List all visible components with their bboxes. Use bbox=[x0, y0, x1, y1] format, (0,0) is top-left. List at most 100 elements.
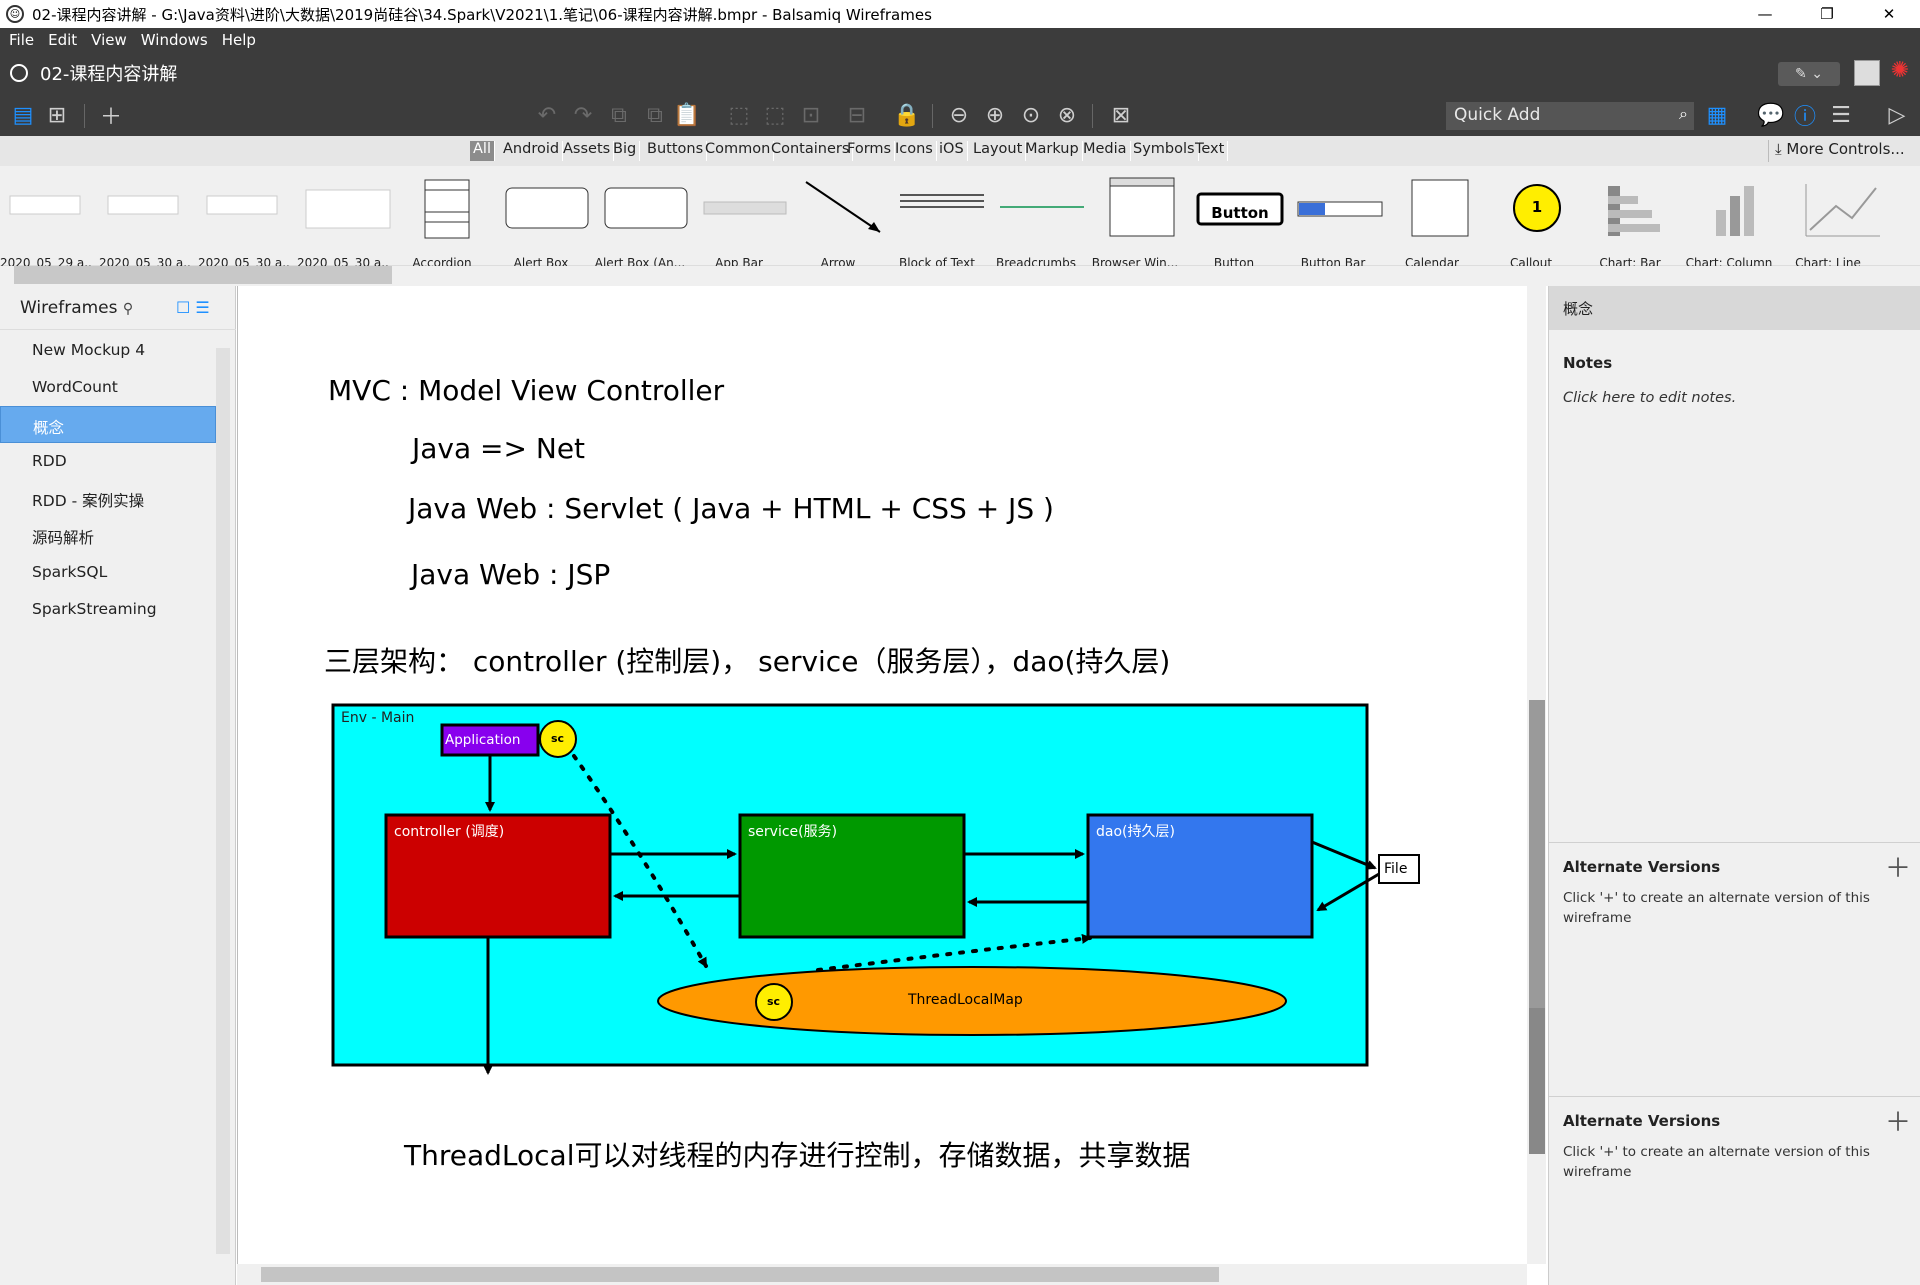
menu-edit[interactable]: Edit bbox=[43, 31, 86, 49]
undo-icon[interactable]: ↶ bbox=[532, 100, 562, 130]
library-tab-common[interactable]: Common bbox=[702, 141, 775, 161]
library-item[interactable]: Breadcrumbs bbox=[990, 178, 1082, 270]
lock-icon[interactable]: 🔒 bbox=[892, 100, 922, 130]
library-item[interactable]: Cl bbox=[1881, 178, 1920, 258]
duplicate-icon[interactable]: ⧉ bbox=[640, 100, 670, 130]
library-tab-layout[interactable]: Layout bbox=[970, 141, 1027, 161]
group-icon[interactable]: ⬚ bbox=[724, 100, 754, 130]
wireframes-scrollbar[interactable] bbox=[216, 348, 230, 1254]
align-icon[interactable]: ⊟ bbox=[842, 100, 872, 130]
menu-windows[interactable]: Windows bbox=[136, 31, 217, 49]
single-view-icon[interactable]: ▤ bbox=[8, 100, 38, 130]
menu-file[interactable]: File bbox=[4, 31, 43, 49]
library-item[interactable]: Alert Box bbox=[495, 178, 587, 270]
library-tab-text[interactable]: Text bbox=[1192, 141, 1229, 161]
library-tab-markup[interactable]: Markup bbox=[1022, 141, 1083, 161]
bug-icon[interactable]: ✺ bbox=[1886, 58, 1914, 88]
canvas-vscroll-thumb-lower[interactable] bbox=[1529, 1008, 1545, 1154]
add-alt-version-button-2[interactable]: ＋ bbox=[1885, 1102, 1911, 1139]
clipboard-icon[interactable]: 📋 bbox=[672, 100, 702, 130]
minimize-button[interactable]: — bbox=[1734, 0, 1796, 28]
canvas-vertical-scrollbar[interactable] bbox=[1527, 286, 1546, 1264]
wireframe-canvas[interactable]: MVC : Model View Controller Java => Net … bbox=[237, 286, 1527, 1264]
notes-icon[interactable]: ☰ bbox=[1826, 100, 1856, 130]
notes-title: Notes bbox=[1563, 354, 1613, 372]
restore-button[interactable]: ❐ bbox=[1796, 0, 1858, 28]
wireframe-item[interactable]: RDD - 案例实操 bbox=[0, 480, 216, 517]
project-title[interactable]: 02-课程内容讲解 bbox=[40, 60, 177, 86]
library-tab-buttons[interactable]: Buttons bbox=[644, 141, 708, 161]
library-tab-containers[interactable]: Containers bbox=[768, 141, 854, 161]
library-item[interactable]: Button Bar bbox=[1287, 178, 1379, 270]
zoom-fit-icon[interactable]: ⊗ bbox=[1052, 100, 1082, 130]
library-item[interactable]: Chart: Line bbox=[1782, 178, 1874, 270]
view-toggle-icon[interactable]: ☐ ☰ bbox=[176, 298, 210, 317]
library-item[interactable]: Chart: Column bbox=[1683, 178, 1775, 270]
toolbar-divider bbox=[1092, 104, 1093, 128]
library-item[interactable]: 2020_05_29 a... bbox=[0, 178, 92, 270]
zoom-out-icon[interactable]: ⊖ bbox=[944, 100, 974, 130]
library-item[interactable]: Callout bbox=[1485, 178, 1577, 270]
library-item[interactable]: App Bar bbox=[693, 178, 785, 270]
pencil-icon: ✎ ⌄ bbox=[1795, 66, 1823, 82]
wireframe-item[interactable]: 源码解析 bbox=[0, 517, 216, 554]
library-item[interactable]: Arrow bbox=[792, 178, 884, 270]
zoom-in-icon[interactable]: ⊕ bbox=[980, 100, 1010, 130]
bring-front-icon[interactable]: ⊡ bbox=[796, 100, 826, 130]
add-alt-version-button-1[interactable]: ＋ bbox=[1885, 848, 1911, 885]
library-tab-media[interactable]: Media bbox=[1080, 141, 1131, 161]
more-controls-button[interactable]: ⤓ More Controls... bbox=[1768, 140, 1905, 162]
actual-size-icon[interactable]: ⊙ bbox=[1016, 100, 1046, 130]
comments-icon[interactable]: 💬 bbox=[1756, 100, 1786, 130]
library-item[interactable]: 2020_05_30 a... bbox=[99, 178, 191, 270]
library-item[interactable]: Browser Win... bbox=[1089, 178, 1181, 270]
sc-label-top: sc bbox=[551, 732, 565, 745]
library-tab-android[interactable]: Android bbox=[500, 141, 564, 161]
library-item[interactable]: Chart: Bar bbox=[1584, 178, 1676, 270]
canvas-horizontal-scrollbar[interactable] bbox=[237, 1264, 1527, 1285]
canvas-hscroll-thumb[interactable] bbox=[261, 1267, 1219, 1282]
library-tab-big[interactable]: Big bbox=[610, 141, 641, 161]
library-item[interactable]: 2020_05_30 a... bbox=[297, 178, 389, 270]
wireframe-item[interactable]: 概念 bbox=[0, 406, 216, 443]
library-item[interactable]: Alert Box (An... bbox=[594, 178, 686, 270]
library-tab-all[interactable]: All bbox=[470, 141, 495, 161]
library-tab-ios[interactable]: iOS bbox=[936, 141, 968, 161]
link-icon[interactable]: ⚲ bbox=[123, 301, 133, 317]
wireframe-item[interactable]: New Mockup 4 bbox=[0, 332, 216, 369]
wireframe-item[interactable]: SparkSQL bbox=[0, 554, 216, 591]
library-item[interactable]: Accordion bbox=[396, 178, 488, 270]
user-avatar[interactable] bbox=[1854, 60, 1880, 86]
edit-mode-button[interactable]: ✎ ⌄ bbox=[1778, 62, 1840, 86]
library-tab-forms[interactable]: Forms bbox=[844, 141, 896, 161]
library-item[interactable]: 2020_05_30 a... bbox=[198, 178, 290, 270]
redo-icon[interactable]: ↷ bbox=[568, 100, 598, 130]
library-item[interactable]: Button bbox=[1188, 178, 1280, 270]
properties-title: 概念 bbox=[1549, 286, 1920, 330]
presentation-icon[interactable]: ▷ bbox=[1882, 100, 1912, 130]
library-item[interactable]: Calendar bbox=[1386, 178, 1478, 270]
menu-bar: File Edit View Windows Help bbox=[0, 28, 1920, 52]
menu-help[interactable]: Help bbox=[217, 31, 265, 49]
ungroup-icon[interactable]: ⬚ bbox=[760, 100, 790, 130]
copy-icon[interactable]: ⧉ bbox=[604, 100, 634, 130]
grid-view-icon[interactable]: ⊞ bbox=[42, 100, 72, 130]
add-wireframe-icon[interactable]: ＋ bbox=[96, 100, 126, 130]
close-button[interactable]: ✕ bbox=[1858, 0, 1920, 28]
library-scroll-thumb[interactable] bbox=[14, 266, 392, 284]
quick-add-input[interactable]: Quick Add ⌕ bbox=[1446, 102, 1694, 130]
window-controls: — ❐ ✕ bbox=[1734, 0, 1920, 28]
library-item[interactable]: Block of Text bbox=[891, 178, 983, 270]
wireframe-item[interactable]: RDD bbox=[0, 443, 216, 480]
library-tab-icons[interactable]: Icons bbox=[892, 141, 937, 161]
library-scrollbar[interactable] bbox=[0, 266, 1920, 286]
delete-icon[interactable]: ⊠ bbox=[1106, 100, 1136, 130]
info-icon[interactable]: ⓘ bbox=[1790, 100, 1820, 130]
ui-library-icon[interactable]: ▦ bbox=[1702, 100, 1732, 130]
notes-edit-area[interactable]: Click here to edit notes. bbox=[1563, 390, 1736, 406]
menu-view[interactable]: View bbox=[86, 31, 136, 49]
library-tab-symbols[interactable]: Symbols bbox=[1130, 141, 1199, 161]
wireframe-item[interactable]: WordCount bbox=[0, 369, 216, 406]
wireframe-item[interactable]: SparkStreaming bbox=[0, 591, 216, 628]
library-tab-assets[interactable]: Assets bbox=[560, 141, 615, 161]
